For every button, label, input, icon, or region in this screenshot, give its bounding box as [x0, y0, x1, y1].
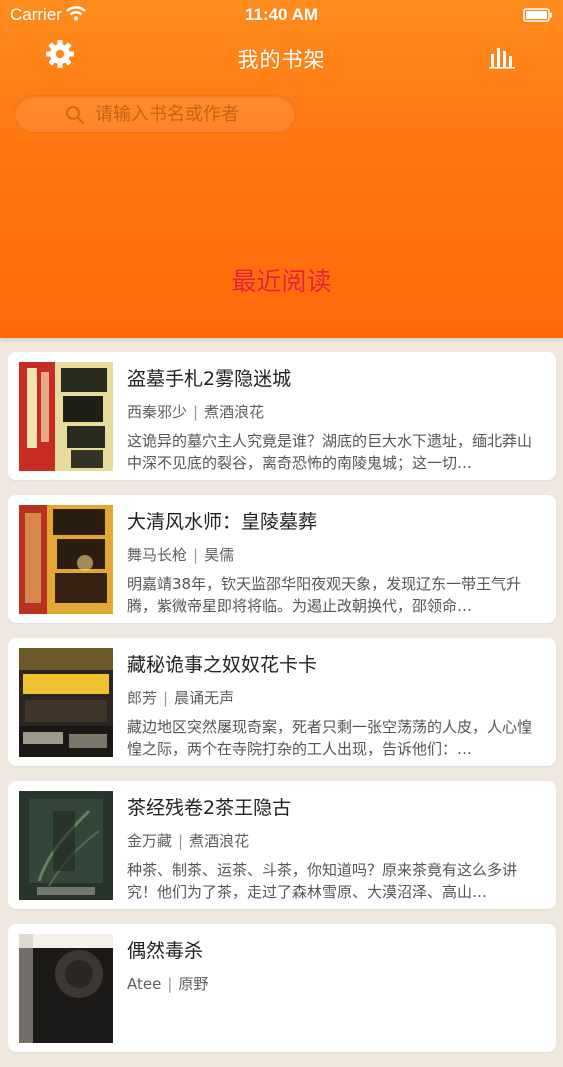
status-time: 11:40 AM: [244, 5, 319, 24]
book-narrator: 煮酒浪花: [204, 403, 265, 421]
divider: |: [178, 832, 184, 850]
battery-icon: [523, 8, 552, 22]
bar-chart-icon[interactable]: [489, 42, 517, 70]
book-cover: [19, 648, 113, 757]
book-card[interactable]: 偶然毒杀 Atee | 原野: [8, 924, 556, 1052]
book-description: 明嘉靖38年，钦天监邵华阳夜观天象，发现辽东一带王气升腾，紫微帝星即将将临。为遏…: [127, 575, 522, 615]
book-card[interactable]: 大清风水师：皇陵墓葬 舞马长枪 | 昊儒 明嘉靖38年，钦天监邵华阳夜观天象，发现辽…: [8, 495, 556, 623]
book-meta: 舞马长枪 | 昊儒: [127, 544, 234, 565]
book-cover: [19, 505, 113, 614]
divider: |: [163, 689, 169, 707]
book-title: 大清风水师：皇陵墓葬: [127, 511, 318, 533]
divider: |: [167, 975, 173, 993]
book-cover: [19, 362, 113, 471]
book-card[interactable]: 茶经残卷2茶王隐古 金万藏 | 煮酒浪花 种茶、制茶、运茶、斗茶，你知道吗？原来茶竟…: [8, 781, 556, 909]
search-bar[interactable]: [14, 95, 296, 133]
book-meta: 郎芳 | 晨诵无声: [127, 687, 234, 708]
book-author: 西秦邪少: [127, 403, 188, 421]
status-bar: Carrier 11:40 AM: [0, 0, 563, 30]
header: Carrier 11:40 AM 我的书架 请输入书名或作者 最近阅读: [0, 0, 563, 338]
search-input[interactable]: [95, 96, 285, 132]
book-card[interactable]: 藏秘诡事之奴奴花卡卡 郎芳 | 晨诵无声 藏边地区突然屡现奇案，死者只剩一张空荡荡的…: [8, 638, 556, 766]
book-cover: [19, 791, 113, 900]
book-narrator: 煮酒浪花: [189, 832, 250, 850]
search-icon: [66, 106, 85, 125]
book-narrator: 昊儒: [204, 546, 235, 564]
book-title: 藏秘诡事之奴奴花卡卡: [127, 654, 318, 676]
book-author: 金万藏: [127, 832, 173, 850]
book-author: 舞马长枪: [127, 546, 188, 564]
book-author: Atee: [127, 975, 162, 993]
book-list: 盗墓手札2雾隐迷城 西秦邪少 | 煮酒浪花 这诡异的墓穴主人究竟是谁？湖底的巨大水下…: [8, 352, 556, 1067]
book-title: 偶然毒杀: [127, 940, 204, 962]
book-description: 种茶、制茶、运茶、斗茶，你知道吗？原来茶竟有这么多讲究！他们为了茶，走过了森林雪…: [127, 861, 518, 901]
book-cover: [19, 934, 113, 1043]
book-meta: 金万藏 | 煮酒浪花: [127, 830, 249, 851]
book-meta: Atee | 原野: [127, 973, 208, 994]
book-meta: 西秦邪少 | 煮酒浪花: [127, 401, 264, 422]
recent-reading-title: 最近阅读: [231, 267, 332, 296]
divider: |: [193, 546, 199, 564]
book-title: 茶经残卷2茶王隐古: [127, 797, 292, 819]
book-narrator: 晨诵无声: [174, 689, 235, 707]
page-title: 我的书架: [237, 48, 326, 72]
book-description: 藏边地区突然屡现奇案，死者只剩一张空荡荡的人皮，人心惶惶之际，两个在寺院打杂的工…: [127, 718, 533, 758]
book-narrator: 原野: [178, 975, 209, 993]
book-author: 郎芳: [127, 689, 158, 707]
book-description: 这诡异的墓穴主人究竟是谁？湖底的巨大水下遗址，缅北莽山中深不见底的裂谷，离奇恐怖…: [127, 432, 533, 472]
book-card[interactable]: 盗墓手札2雾隐迷城 西秦邪少 | 煮酒浪花 这诡异的墓穴主人究竟是谁？湖底的巨大水下…: [8, 352, 556, 480]
divider: |: [193, 403, 199, 421]
book-title: 盗墓手札2雾隐迷城: [127, 368, 292, 390]
nav-bar: 我的书架: [0, 38, 563, 78]
